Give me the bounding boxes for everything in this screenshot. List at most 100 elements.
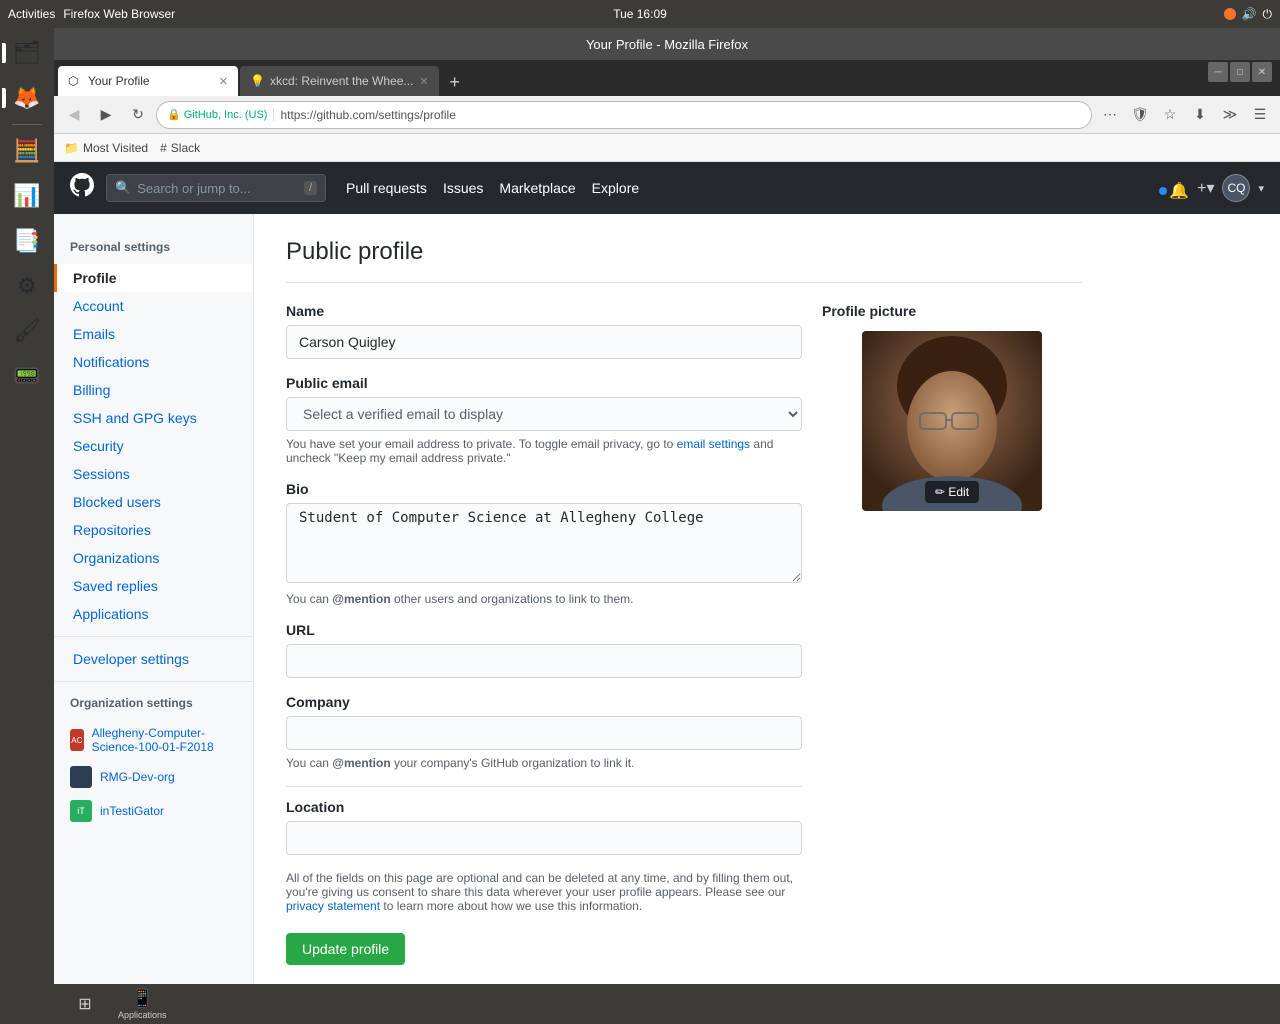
launcher-app-paint[interactable]: 🖌 (6, 310, 48, 352)
sidebar-item-security[interactable]: Security (54, 432, 253, 460)
bookmarks-icon[interactable]: ⋯ (1096, 101, 1124, 129)
launcher-app-spreadsheet[interactable]: 📊 (6, 175, 48, 217)
star-icon[interactable]: ☆ (1156, 101, 1184, 129)
bottom-app-applications[interactable]: 📱 Applications (110, 986, 175, 1022)
close-button[interactable]: ✕ (1252, 62, 1272, 82)
bookmark-slack[interactable]: # Slack (160, 141, 200, 155)
nav-explore[interactable]: Explore (592, 180, 639, 196)
tab-xkcd[interactable]: 💡 xkcd: Reinvent the Whee... ✕ (240, 66, 439, 96)
sidebar-item-organizations[interactable]: Organizations (54, 544, 253, 572)
user-avatar[interactable]: CQ (1222, 174, 1250, 202)
sidebar-item-developer-settings[interactable]: Developer settings (54, 645, 253, 673)
launcher-app-presentation[interactable]: 📑 (6, 220, 48, 262)
power-icon[interactable]: ⏻ (1263, 7, 1273, 22)
location-group: Location (286, 799, 802, 855)
search-icon: 🔍 (115, 180, 131, 196)
active-indicator-firefox (2, 88, 6, 108)
sidebar-org-investigator[interactable]: iT inTestiGator (54, 794, 253, 828)
url-input[interactable] (286, 644, 802, 678)
launcher-app-settings[interactable]: ⚙ (6, 265, 48, 307)
sidebar-org-allegheny[interactable]: AC Allegheny-Computer-Science-100-01-F20… (54, 720, 253, 760)
nav-issues[interactable]: Issues (443, 180, 483, 196)
shield-icon[interactable]: 🛡 (1126, 101, 1154, 129)
org-investigator-label: inTestiGator (100, 804, 164, 818)
secure-badge: 🔒 GitHub, Inc. (US) (167, 108, 274, 121)
maximize-button[interactable]: □ (1230, 62, 1250, 82)
org-avatar-rmg (70, 766, 92, 788)
github-search[interactable]: 🔍 Search or jump to... / (106, 174, 326, 202)
nav-bar: ◀ ▶ ↻ 🔒 GitHub, Inc. (US) https://github… (54, 96, 1280, 134)
sidebar: Personal settings Profile Account Emails… (54, 214, 254, 1024)
tab-xkcd-favicon: 💡 (250, 74, 264, 88)
company-label: Company (286, 694, 802, 710)
firefox-label[interactable]: Firefox Web Browser (63, 7, 175, 21)
org-settings-title: Organization settings (54, 690, 253, 716)
privacy-link[interactable]: privacy statement (286, 899, 380, 913)
address-text: https://github.com/settings/profile (280, 108, 455, 122)
tab-profile-favicon: ⬡ (68, 74, 82, 88)
launcher-app-files[interactable]: 🗂 (6, 32, 48, 74)
github-header-right: 🔔 +▾ CQ ▾ (1169, 174, 1264, 202)
sidebar-item-applications[interactable]: Applications (54, 600, 253, 628)
sidebar-item-saved-replies[interactable]: Saved replies (54, 572, 253, 600)
tab-xkcd-label: xkcd: Reinvent the Whee... (270, 74, 413, 88)
forward-button[interactable]: ▶ (92, 101, 120, 129)
sidebar-item-blocked-users[interactable]: Blocked users (54, 488, 253, 516)
calc-icon: 🧮 (13, 138, 40, 164)
name-input[interactable] (286, 325, 802, 359)
notifications-icon[interactable]: 🔔 (1169, 183, 1189, 200)
sidebar-item-ssh[interactable]: SSH and GPG keys (54, 404, 253, 432)
avatar-chevron[interactable]: ▾ (1258, 182, 1264, 195)
email-settings-link[interactable]: email settings (677, 437, 750, 451)
volume-icon[interactable]: 🔊 (1242, 7, 1257, 21)
bookmarks-bar: 📁 Most Visited # Slack (54, 134, 1280, 162)
bio-textarea[interactable]: Student of Computer Science at Allegheny… (286, 503, 802, 583)
sidebar-item-profile[interactable]: Profile (54, 264, 253, 292)
extensions-icon[interactable]: ≫ (1216, 101, 1244, 129)
profile-content: Public profile Name Public email (254, 214, 1114, 1024)
address-bar[interactable]: 🔒 GitHub, Inc. (US) https://github.com/s… (156, 101, 1092, 129)
section-divider (286, 786, 802, 787)
firefox-window-title: Your Profile - Mozilla Firefox (586, 37, 748, 52)
company-input[interactable] (286, 716, 802, 750)
spreadsheet-icon: 📊 (13, 183, 40, 209)
sidebar-item-billing[interactable]: Billing (54, 376, 253, 404)
refresh-button[interactable]: ↻ (124, 101, 152, 129)
launcher-app-firefox[interactable]: 🦊 (6, 77, 48, 119)
ubuntu-top-bar: Activities Firefox Web Browser Tue 16:09… (0, 0, 1280, 28)
tab-xkcd-close[interactable]: ✕ (419, 75, 428, 88)
app-grid-button[interactable]: ⊞ (70, 989, 100, 1019)
paint-icon: 🖌 (13, 318, 41, 344)
update-profile-button[interactable]: Update profile (286, 933, 405, 965)
tab-profile[interactable]: ⬡ Your Profile ✕ (58, 66, 238, 96)
files-icon: 🗂 (13, 40, 41, 66)
location-input[interactable] (286, 821, 802, 855)
bookmark-most-visited[interactable]: 📁 Most Visited (64, 141, 148, 155)
sidebar-org-rmg[interactable]: RMG-Dev-org (54, 760, 253, 794)
presentation-icon: 📑 (13, 228, 40, 254)
new-tab-button[interactable]: + (441, 68, 469, 96)
github-logo[interactable] (70, 173, 94, 204)
sidebar-item-notifications[interactable]: Notifications (54, 348, 253, 376)
bio-label: Bio (286, 481, 802, 497)
nav-marketplace[interactable]: Marketplace (499, 180, 575, 196)
avatar-edit-button[interactable]: ✏ Edit (925, 481, 979, 503)
launcher-app-calc[interactable]: 🧮 (6, 130, 48, 172)
sidebar-item-account[interactable]: Account (54, 292, 253, 320)
nav-pull-requests[interactable]: Pull requests (346, 180, 427, 196)
plus-icon[interactable]: +▾ (1197, 178, 1214, 198)
sidebar-divider-2 (54, 681, 253, 682)
minimize-button[interactable]: ─ (1208, 62, 1228, 82)
activities-label[interactable]: Activities (8, 7, 55, 21)
download-icon[interactable]: ⬇ (1186, 101, 1214, 129)
launcher-app-terminal[interactable]: 📟 (6, 355, 48, 397)
profile-grid: Name Public email Select a verified emai… (286, 303, 1082, 965)
email-select[interactable]: Select a verified email to display (286, 397, 802, 431)
back-button[interactable]: ◀ (60, 101, 88, 129)
sidebar-item-repositories[interactable]: Repositories (54, 516, 253, 544)
sidebar-item-emails[interactable]: Emails (54, 320, 253, 348)
nav-tools: ⋯ 🛡 ☆ ⬇ ≫ ☰ (1096, 101, 1274, 129)
sidebar-item-sessions[interactable]: Sessions (54, 460, 253, 488)
menu-icon[interactable]: ☰ (1246, 101, 1274, 129)
tab-profile-close[interactable]: ✕ (219, 75, 228, 88)
